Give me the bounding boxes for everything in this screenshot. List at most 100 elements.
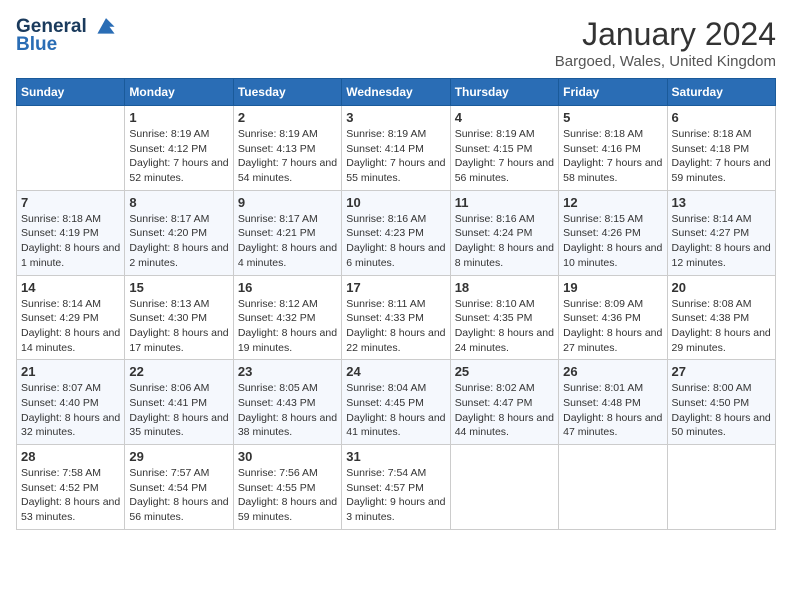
calendar-cell: 24 Sunrise: 8:04 AMSunset: 4:45 PMDayligh… bbox=[342, 360, 450, 445]
day-info: Sunrise: 8:07 AMSunset: 4:40 PMDaylight:… bbox=[21, 381, 120, 440]
day-info: Sunrise: 8:19 AMSunset: 4:14 PMDaylight:… bbox=[346, 127, 445, 186]
calendar-cell: 16 Sunrise: 8:12 AMSunset: 4:32 PMDayligh… bbox=[233, 275, 341, 360]
day-number: 9 bbox=[238, 195, 337, 210]
day-number: 18 bbox=[455, 280, 554, 295]
calendar-cell bbox=[559, 445, 667, 530]
day-info: Sunrise: 8:02 AMSunset: 4:47 PMDaylight:… bbox=[455, 381, 554, 440]
calendar-cell: 23Sunrise: 8:05 AMSunset: 4:43 PMDayligh… bbox=[233, 360, 341, 445]
day-number: 5 bbox=[563, 110, 662, 125]
calendar-cell: 26 Sunrise: 8:01 AMSunset: 4:48 PMDayligh… bbox=[559, 360, 667, 445]
title-block: January 2024 Bargoed, Wales, United King… bbox=[555, 16, 776, 70]
day-number: 19 bbox=[563, 280, 662, 295]
calendar-cell: 2Sunrise: 8:19 AMSunset: 4:13 PMDaylight… bbox=[233, 106, 341, 191]
day-number: 3 bbox=[346, 110, 445, 125]
day-info: Sunrise: 8:08 AMSunset: 4:38 PMDaylight:… bbox=[672, 297, 771, 356]
day-number: 30 bbox=[238, 449, 337, 464]
calendar-cell: 31 Sunrise: 7:54 AMSunset: 4:57 PMDayligh… bbox=[342, 445, 450, 530]
day-info: Sunrise: 8:15 AMSunset: 4:26 PMDaylight:… bbox=[563, 212, 662, 271]
calendar-cell: 3 Sunrise: 8:19 AMSunset: 4:14 PMDaylight… bbox=[342, 106, 450, 191]
day-number: 24 bbox=[346, 364, 445, 379]
calendar-cell: 9 Sunrise: 8:17 AMSunset: 4:21 PMDaylight… bbox=[233, 190, 341, 275]
day-number: 26 bbox=[563, 364, 662, 379]
calendar-cell: 14Sunrise: 8:14 AMSunset: 4:29 PMDayligh… bbox=[17, 275, 125, 360]
day-number: 21 bbox=[21, 364, 120, 379]
location: Bargoed, Wales, United Kingdom bbox=[555, 53, 776, 70]
day-number: 20 bbox=[672, 280, 771, 295]
day-number: 16 bbox=[238, 280, 337, 295]
calendar-cell: 22Sunrise: 8:06 AMSunset: 4:41 PMDayligh… bbox=[125, 360, 233, 445]
day-info: Sunrise: 8:04 AMSunset: 4:45 PMDaylight:… bbox=[346, 381, 445, 440]
calendar-cell bbox=[667, 445, 775, 530]
page-header: General Blue January 2024 Bargoed, Wales… bbox=[16, 16, 776, 70]
week-row-1: 1 Sunrise: 8:19 AMSunset: 4:12 PMDaylight… bbox=[17, 106, 776, 191]
day-info: Sunrise: 8:16 AMSunset: 4:24 PMDaylight:… bbox=[455, 212, 554, 271]
month-title: January 2024 bbox=[555, 16, 776, 53]
day-number: 28 bbox=[21, 449, 120, 464]
day-info: Sunrise: 8:18 AMSunset: 4:19 PMDaylight:… bbox=[21, 212, 120, 271]
day-info: Sunrise: 8:14 AMSunset: 4:27 PMDaylight:… bbox=[672, 212, 771, 271]
week-row-4: 21 Sunrise: 8:07 AMSunset: 4:40 PMDayligh… bbox=[17, 360, 776, 445]
day-info: Sunrise: 7:58 AMSunset: 4:52 PMDaylight:… bbox=[21, 466, 120, 525]
day-info: Sunrise: 8:18 AMSunset: 4:16 PMDaylight:… bbox=[563, 127, 662, 186]
calendar-cell: 28 Sunrise: 7:58 AMSunset: 4:52 PMDayligh… bbox=[17, 445, 125, 530]
day-info: Sunrise: 8:10 AMSunset: 4:35 PMDaylight:… bbox=[455, 297, 554, 356]
column-header-sunday: Sunday bbox=[17, 79, 125, 106]
calendar-cell: 5 Sunrise: 8:18 AMSunset: 4:16 PMDaylight… bbox=[559, 106, 667, 191]
day-number: 17 bbox=[346, 280, 445, 295]
day-number: 27 bbox=[672, 364, 771, 379]
calendar-cell: 17 Sunrise: 8:11 AMSunset: 4:33 PMDayligh… bbox=[342, 275, 450, 360]
column-header-monday: Monday bbox=[125, 79, 233, 106]
day-number: 31 bbox=[346, 449, 445, 464]
week-row-3: 14Sunrise: 8:14 AMSunset: 4:29 PMDayligh… bbox=[17, 275, 776, 360]
day-number: 14 bbox=[21, 280, 120, 295]
day-info: Sunrise: 7:56 AMSunset: 4:55 PMDaylight:… bbox=[238, 466, 337, 525]
calendar-cell: 10Sunrise: 8:16 AMSunset: 4:23 PMDayligh… bbox=[342, 190, 450, 275]
calendar-cell: 11 Sunrise: 8:16 AMSunset: 4:24 PMDayligh… bbox=[450, 190, 558, 275]
day-number: 13 bbox=[672, 195, 771, 210]
day-info: Sunrise: 7:54 AMSunset: 4:57 PMDaylight:… bbox=[346, 466, 445, 525]
calendar-table: SundayMondayTuesdayWednesdayThursdayFrid… bbox=[16, 78, 776, 530]
week-row-5: 28 Sunrise: 7:58 AMSunset: 4:52 PMDayligh… bbox=[17, 445, 776, 530]
day-number: 7 bbox=[21, 195, 120, 210]
calendar-cell: 4Sunrise: 8:19 AMSunset: 4:15 PMDaylight… bbox=[450, 106, 558, 191]
calendar-cell: 20 Sunrise: 8:08 AMSunset: 4:38 PMDayligh… bbox=[667, 275, 775, 360]
calendar-cell bbox=[450, 445, 558, 530]
calendar-cell: 19 Sunrise: 8:09 AMSunset: 4:36 PMDayligh… bbox=[559, 275, 667, 360]
day-number: 6 bbox=[672, 110, 771, 125]
day-info: Sunrise: 8:05 AMSunset: 4:43 PMDaylight:… bbox=[238, 381, 337, 440]
day-number: 11 bbox=[455, 195, 554, 210]
day-number: 12 bbox=[563, 195, 662, 210]
calendar-cell: 13 Sunrise: 8:14 AMSunset: 4:27 PMDayligh… bbox=[667, 190, 775, 275]
calendar-cell: 8 Sunrise: 8:17 AMSunset: 4:20 PMDaylight… bbox=[125, 190, 233, 275]
day-number: 1 bbox=[129, 110, 228, 125]
column-header-friday: Friday bbox=[559, 79, 667, 106]
day-info: Sunrise: 8:13 AMSunset: 4:30 PMDaylight:… bbox=[129, 297, 228, 356]
day-number: 8 bbox=[129, 195, 228, 210]
logo: General Blue bbox=[16, 16, 118, 56]
day-info: Sunrise: 8:17 AMSunset: 4:21 PMDaylight:… bbox=[238, 212, 337, 271]
day-number: 22 bbox=[129, 364, 228, 379]
day-info: Sunrise: 8:01 AMSunset: 4:48 PMDaylight:… bbox=[563, 381, 662, 440]
calendar-cell: 15 Sunrise: 8:13 AMSunset: 4:30 PMDayligh… bbox=[125, 275, 233, 360]
calendar-cell: 25 Sunrise: 8:02 AMSunset: 4:47 PMDayligh… bbox=[450, 360, 558, 445]
day-info: Sunrise: 8:11 AMSunset: 4:33 PMDaylight:… bbox=[346, 297, 445, 356]
day-info: Sunrise: 8:19 AMSunset: 4:13 PMDaylight:… bbox=[238, 127, 337, 186]
calendar-cell bbox=[17, 106, 125, 191]
day-info: Sunrise: 8:17 AMSunset: 4:20 PMDaylight:… bbox=[129, 212, 228, 271]
column-header-wednesday: Wednesday bbox=[342, 79, 450, 106]
day-info: Sunrise: 7:57 AMSunset: 4:54 PMDaylight:… bbox=[129, 466, 228, 525]
column-header-thursday: Thursday bbox=[450, 79, 558, 106]
day-info: Sunrise: 8:12 AMSunset: 4:32 PMDaylight:… bbox=[238, 297, 337, 356]
calendar-cell: 30 Sunrise: 7:56 AMSunset: 4:55 PMDayligh… bbox=[233, 445, 341, 530]
day-info: Sunrise: 8:09 AMSunset: 4:36 PMDaylight:… bbox=[563, 297, 662, 356]
day-number: 15 bbox=[129, 280, 228, 295]
week-row-2: 7 Sunrise: 8:18 AMSunset: 4:19 PMDaylight… bbox=[17, 190, 776, 275]
logo-icon bbox=[94, 13, 118, 37]
day-info: Sunrise: 8:19 AMSunset: 4:15 PMDaylight:… bbox=[455, 127, 554, 186]
calendar-cell: 27Sunrise: 8:00 AMSunset: 4:50 PMDayligh… bbox=[667, 360, 775, 445]
day-info: Sunrise: 8:19 AMSunset: 4:12 PMDaylight:… bbox=[129, 127, 228, 186]
calendar-cell: 21 Sunrise: 8:07 AMSunset: 4:40 PMDayligh… bbox=[17, 360, 125, 445]
day-number: 29 bbox=[129, 449, 228, 464]
day-number: 25 bbox=[455, 364, 554, 379]
calendar-cell: 6Sunrise: 8:18 AMSunset: 4:18 PMDaylight… bbox=[667, 106, 775, 191]
